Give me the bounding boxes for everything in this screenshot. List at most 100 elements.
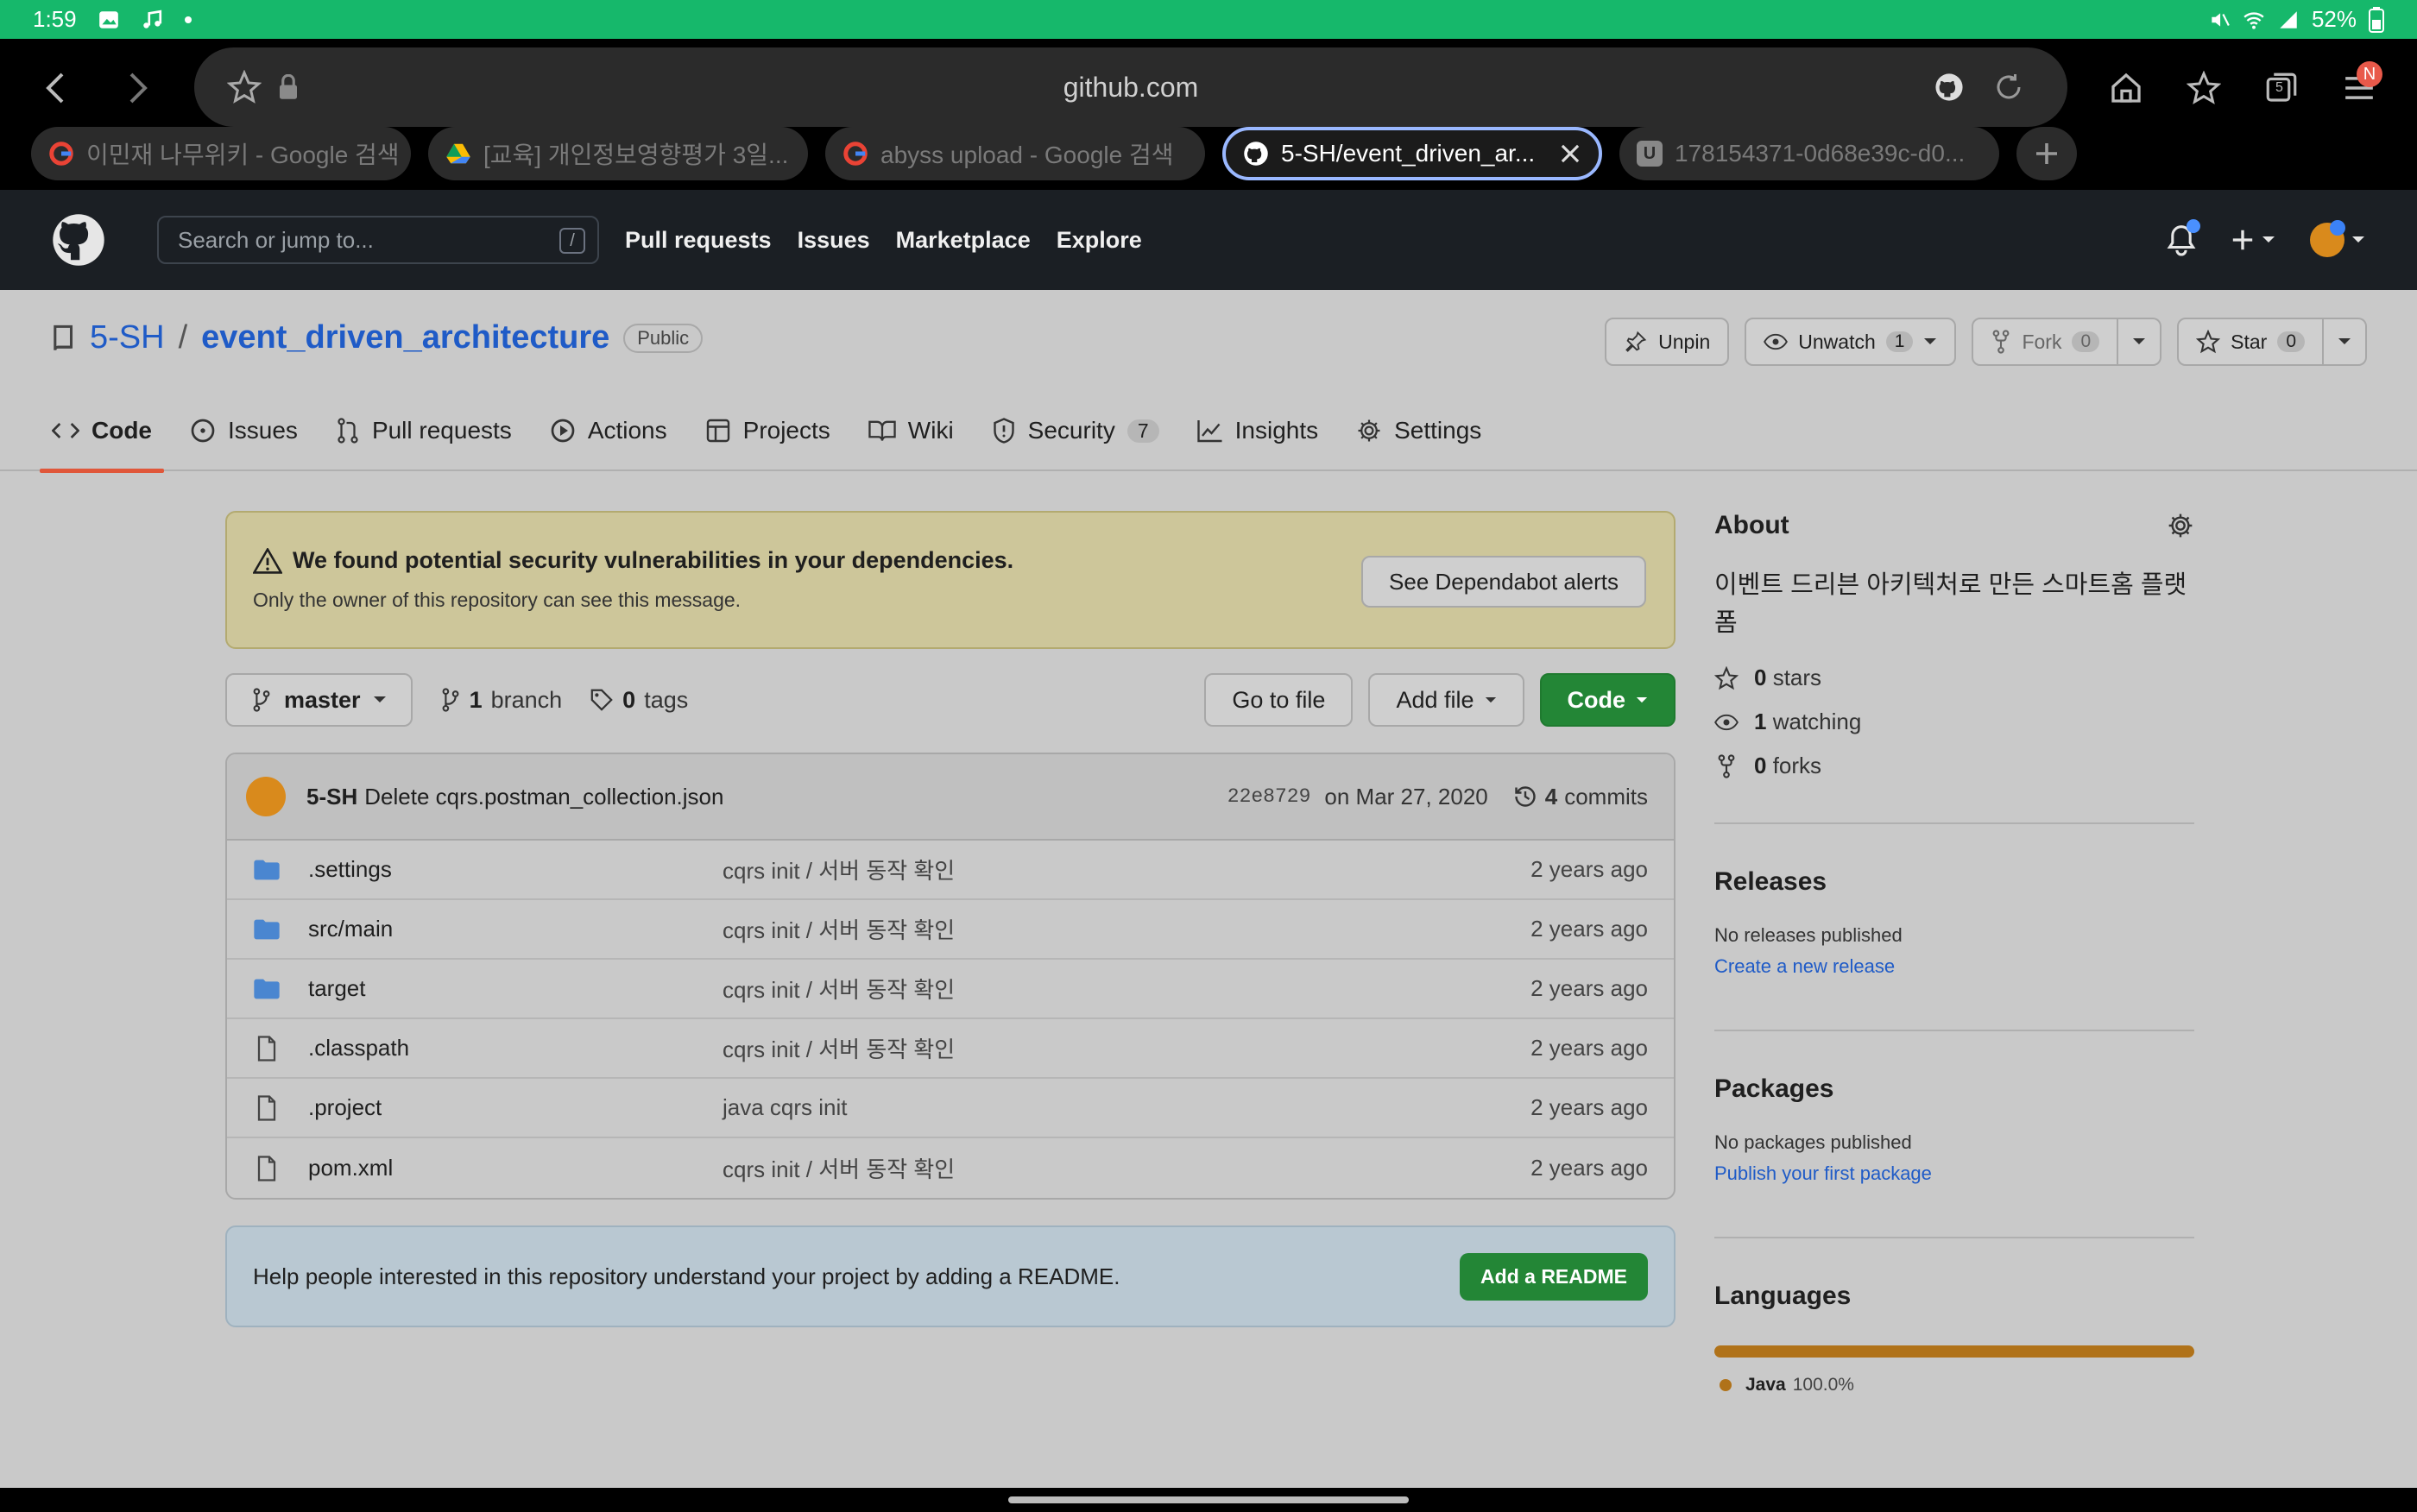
branch-icon	[253, 688, 270, 712]
github-header: Search or jump to... / Pull requests Iss…	[0, 190, 2417, 290]
see-dependabot-alerts-button[interactable]: See Dependabot alerts	[1361, 556, 1646, 608]
add-readme-button[interactable]: Add a README	[1460, 1252, 1648, 1301]
nav-pull-requests[interactable]: Pull requests	[625, 227, 772, 254]
tab-security[interactable]: Security 7	[992, 390, 1159, 471]
commit-count: 4	[1544, 783, 1558, 810]
file-commit-message[interactable]: cqrs init / 서버 동작 확인	[723, 854, 955, 885]
divider	[1714, 1237, 2194, 1238]
releases-title[interactable]: Releases	[1714, 867, 2194, 897]
back-button[interactable]	[26, 58, 86, 118]
tab-code[interactable]: Code	[40, 390, 164, 473]
notifications-button[interactable]	[2167, 219, 2200, 256]
file-commit-message[interactable]: cqrs init / 서버 동작 확인	[723, 1032, 955, 1064]
create-release-link[interactable]: Create a new release	[1714, 955, 2194, 978]
file-name[interactable]: .project	[308, 1094, 723, 1121]
forks-link[interactable]: 0 forks	[1714, 753, 2194, 779]
browser-tab[interactable]: abyss upload - Google 검색	[825, 127, 1205, 180]
forward-button[interactable]	[107, 58, 167, 118]
file-row[interactable]: target cqrs init / 서버 동작 확인 2 years ago	[227, 960, 1674, 1019]
file-row[interactable]: .settings cqrs init / 서버 동작 확인 2 years ago	[227, 841, 1674, 900]
user-menu-button[interactable]	[2310, 220, 2365, 257]
commit-author[interactable]: 5-SH	[306, 784, 357, 810]
code-button[interactable]: Code	[1539, 673, 1675, 727]
file-commit-message[interactable]: cqrs init / 서버 동작 확인	[723, 913, 955, 945]
branch-select-button[interactable]: master	[225, 673, 413, 727]
browser-tab-active[interactable]: 5-SH/event_driven_ar...	[1222, 127, 1602, 180]
branches-link[interactable]: 1 branch	[440, 687, 562, 714]
tabs-button[interactable]: 5	[2251, 58, 2312, 118]
menu-button[interactable]: N	[2329, 58, 2389, 118]
watching-link[interactable]: 1 watching	[1714, 709, 2194, 735]
repo-name-link[interactable]: event_driven_architecture	[201, 319, 609, 356]
publish-package-link[interactable]: Publish your first package	[1714, 1162, 2194, 1185]
fork-dropdown-button[interactable]	[2118, 318, 2162, 366]
home-button[interactable]	[2096, 58, 2156, 118]
tab-projects[interactable]: Projects	[705, 390, 830, 471]
battery-percent: 52%	[2311, 6, 2357, 32]
eye-icon	[1764, 333, 1789, 350]
file-name[interactable]: target	[308, 975, 723, 1002]
branch-icon	[442, 688, 459, 712]
tab-actions[interactable]: Actions	[550, 390, 667, 471]
close-icon[interactable]	[1559, 142, 1581, 165]
nav-issues[interactable]: Issues	[798, 227, 870, 254]
tags-link[interactable]: 0 tags	[590, 687, 688, 714]
commit-message[interactable]: Delete cqrs.postman_collection.json	[364, 784, 723, 810]
tab-label: Security	[1027, 417, 1115, 444]
history-icon	[1515, 786, 1536, 807]
unpin-button[interactable]: Unpin	[1605, 318, 1730, 366]
github-logo-icon[interactable]	[52, 213, 105, 267]
file-name[interactable]: .settings	[308, 856, 723, 883]
go-to-file-button[interactable]: Go to file	[1204, 673, 1354, 727]
readme-prompt: Help people interested in this repositor…	[225, 1225, 1675, 1327]
tab-insights[interactable]: Insights	[1196, 390, 1319, 471]
github-icon[interactable]	[1934, 72, 1964, 102]
avatar[interactable]	[246, 777, 286, 816]
tab-wiki[interactable]: Wiki	[868, 390, 954, 471]
nav-marketplace[interactable]: Marketplace	[896, 227, 1031, 254]
stars-link[interactable]: 0 stars	[1714, 665, 2194, 691]
file-row[interactable]: pom.xml cqrs init / 서버 동작 확인 2 years ago	[227, 1138, 1674, 1198]
gear-icon[interactable]	[2167, 512, 2194, 539]
unwatch-button[interactable]: Unwatch 1	[1745, 318, 1957, 366]
file-row[interactable]: src/main cqrs init / 서버 동작 확인 2 years ago	[227, 900, 1674, 960]
language-name: Java	[1745, 1375, 1786, 1395]
file-name[interactable]: pom.xml	[308, 1155, 723, 1181]
file-commit-message[interactable]: cqrs init / 서버 동작 확인	[723, 973, 955, 1005]
file-icon	[253, 1094, 281, 1121]
language-item[interactable]: Java 100.0%	[1714, 1375, 2194, 1395]
fork-button[interactable]: Fork 0	[1972, 318, 2119, 366]
chevron-right-icon	[129, 72, 148, 104]
add-file-button[interactable]: Add file	[1368, 673, 1524, 727]
repo-owner-link[interactable]: 5-SH	[90, 319, 165, 356]
create-new-button[interactable]	[2231, 228, 2275, 252]
packages-title[interactable]: Packages	[1714, 1074, 2194, 1104]
file-row[interactable]: .classpath cqrs init / 서버 동작 확인 2 years ag…	[227, 1019, 1674, 1079]
file-name[interactable]: .classpath	[308, 1035, 723, 1062]
reload-icon[interactable]	[1993, 72, 2024, 103]
file-commit-message[interactable]: cqrs init / 서버 동작 확인	[723, 1152, 955, 1184]
file-name[interactable]: src/main	[308, 916, 723, 942]
new-tab-button[interactable]	[2016, 127, 2077, 180]
bookmarks-button[interactable]	[2174, 58, 2234, 118]
file-commit-message[interactable]: java cqrs init	[723, 1094, 848, 1121]
file-age: 2 years ago	[1530, 916, 1648, 942]
star-button[interactable]: Star 0	[2177, 318, 2324, 366]
commits-link[interactable]: 4 commits	[1512, 784, 1648, 810]
star-dropdown-button[interactable]	[2324, 318, 2367, 366]
browser-tab[interactable]: [교육] 개인정보영향평가 3일...	[428, 127, 808, 180]
tab-label: Insights	[1234, 417, 1319, 444]
tab-pull-requests[interactable]: Pull requests	[336, 390, 512, 471]
file-row[interactable]: .project java cqrs init 2 years ago	[227, 1079, 1674, 1138]
commit-hash[interactable]: 22e8729	[1227, 785, 1311, 808]
address-bar[interactable]: github.com	[194, 47, 2067, 127]
nav-explore[interactable]: Explore	[1057, 227, 1142, 254]
tab-issues[interactable]: Issues	[190, 390, 298, 471]
main-content: We found potential security vulnerabilit…	[225, 511, 1675, 1327]
browser-tab[interactable]: U 178154371-0d68e39c-d0...	[1619, 127, 1999, 180]
tab-settings[interactable]: Settings	[1356, 390, 1481, 471]
browser-tab[interactable]: 이민재 나무위키 - Google 검색	[31, 127, 411, 180]
forks-label: forks	[1772, 753, 1822, 778]
search-input[interactable]: Search or jump to... /	[157, 216, 599, 264]
home-handle[interactable]	[1008, 1496, 1409, 1503]
